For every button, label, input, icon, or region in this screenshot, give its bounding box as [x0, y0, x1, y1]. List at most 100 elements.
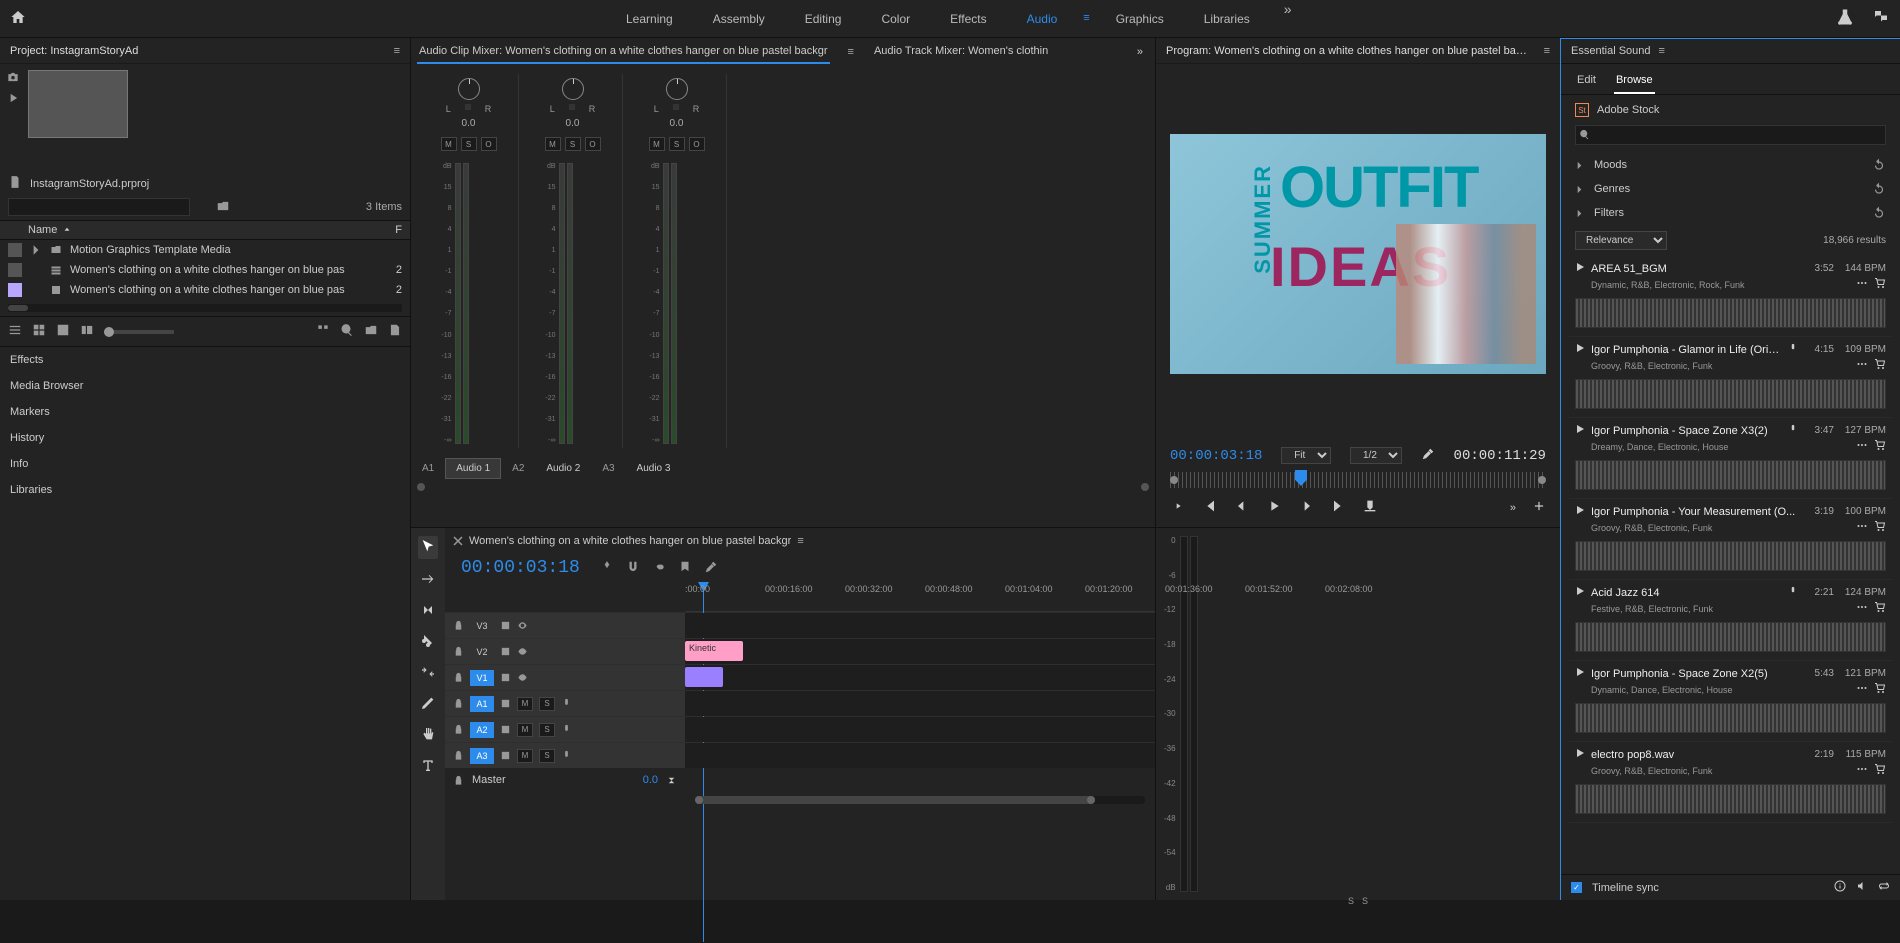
solo-button[interactable]: S [539, 697, 555, 711]
scrub-playhead[interactable] [1295, 470, 1307, 486]
program-viewport[interactable]: SUMMER OUTFIT IDEAS [1170, 134, 1546, 374]
marker-icon[interactable] [678, 560, 692, 577]
type-tool-icon[interactable] [420, 757, 436, 776]
camera-icon[interactable] [6, 70, 20, 87]
lock-icon[interactable] [453, 750, 464, 761]
track-label[interactable]: A1 [470, 696, 494, 712]
workspace-tab-graphics[interactable]: Graphics [1096, 1, 1184, 37]
track-label[interactable]: A2 [470, 722, 494, 738]
stock-track-item[interactable]: Acid Jazz 614 2:21 124 BPM Festive, R&B,… [1569, 580, 1892, 661]
solo-button[interactable]: S [669, 137, 685, 151]
more-icon[interactable] [1856, 601, 1868, 616]
snap-icon[interactable] [600, 560, 614, 577]
collapse-icon[interactable] [666, 775, 677, 786]
pan-value[interactable]: 0.0 [566, 118, 580, 129]
play-preview-icon[interactable] [1575, 343, 1585, 356]
slip-tool-icon[interactable] [420, 664, 436, 683]
cart-icon[interactable] [1874, 520, 1886, 535]
mute-button[interactable]: M [517, 697, 533, 711]
loop-icon[interactable] [1878, 880, 1890, 895]
thumbnailsize-icon[interactable] [80, 323, 94, 340]
linked-selection-icon[interactable] [652, 560, 666, 577]
zoom-select[interactable]: Fit [1281, 447, 1331, 464]
pan-value[interactable]: 0.0 [670, 118, 684, 129]
mic-icon[interactable] [561, 698, 572, 709]
mute-button[interactable]: M [441, 137, 457, 151]
automate-icon[interactable] [316, 323, 330, 340]
close-tab-icon[interactable] [453, 536, 463, 546]
track-lane[interactable] [685, 717, 1155, 742]
workspace-tab-learning[interactable]: Learning [606, 1, 693, 37]
mark-in-icon[interactable] [1170, 498, 1186, 517]
program-scrub-bar[interactable] [1170, 472, 1546, 488]
list-item[interactable]: Women's clothing on a white clothes hang… [0, 260, 410, 280]
more-icon[interactable] [1856, 277, 1868, 292]
mic-icon[interactable] [561, 750, 572, 761]
project-search[interactable] [8, 198, 208, 216]
icon-view-icon[interactable] [32, 323, 46, 340]
panel-media-browser[interactable]: Media Browser [0, 373, 410, 399]
master-value[interactable]: 0.0 [643, 774, 658, 786]
panel-markers[interactable]: Markers [0, 399, 410, 425]
track-id[interactable]: A3 [591, 458, 625, 479]
list-view-icon[interactable] [8, 323, 22, 340]
clip-mixer-menu-icon[interactable]: ≡ [848, 46, 854, 58]
step-forward-icon[interactable] [1298, 498, 1314, 517]
filter-row[interactable]: Moods [1575, 153, 1886, 177]
list-item[interactable]: Women's clothing on a white clothes hang… [0, 280, 410, 300]
workspace-tab-assembly[interactable]: Assembly [693, 1, 785, 37]
ripple-tool-icon[interactable] [420, 602, 436, 621]
play-preview-icon[interactable] [1575, 667, 1585, 680]
settings-icon[interactable] [704, 560, 718, 577]
sequence-tab[interactable]: Women's clothing on a white clothes hang… [469, 535, 791, 547]
track-lane[interactable] [685, 691, 1155, 716]
track-header[interactable]: V2 [445, 639, 685, 664]
chat-icon[interactable] [1872, 8, 1890, 29]
speaker-icon[interactable] [1856, 880, 1868, 895]
lock-icon[interactable] [453, 672, 464, 683]
workspace-tab-color[interactable]: Color [861, 1, 930, 37]
track-header[interactable]: V1 [445, 665, 685, 690]
track-mixer-tab[interactable]: Audio Track Mixer: Women's clothin [872, 40, 1050, 64]
eye-icon[interactable] [517, 646, 528, 657]
sort-icon[interactable] [184, 323, 198, 340]
go-to-in-icon[interactable] [1202, 498, 1218, 517]
filter-row[interactable]: Genres [1575, 177, 1886, 201]
waveform-preview[interactable] [1575, 622, 1886, 652]
more-icon[interactable] [1856, 763, 1868, 778]
magnet-icon[interactable] [626, 560, 640, 577]
more-icon[interactable] [1856, 439, 1868, 454]
pan-knob[interactable] [458, 78, 480, 100]
play-preview-icon[interactable] [1575, 505, 1585, 518]
play-icon[interactable] [6, 91, 20, 108]
fx-button[interactable]: O [689, 137, 705, 151]
panel-menu-icon[interactable]: ≡ [390, 45, 404, 57]
timeline-h-scroll[interactable] [445, 792, 1155, 810]
program-timecode[interactable]: 00:00:03:18 [1170, 448, 1262, 464]
track-header[interactable]: A1 M S [445, 691, 685, 716]
panel-history[interactable]: History [0, 425, 410, 451]
cart-icon[interactable] [1874, 358, 1886, 373]
home-icon[interactable] [10, 9, 26, 28]
pen-tool-icon[interactable] [420, 695, 436, 714]
mute-button[interactable]: M [517, 723, 533, 737]
lock-icon[interactable] [453, 646, 464, 657]
freeform-view-icon[interactable] [56, 323, 70, 340]
solo-l[interactable]: S [1348, 896, 1354, 906]
clip-mixer-tab[interactable]: Audio Clip Mixer: Women's clothing on a … [417, 40, 830, 64]
source-thumbnail[interactable] [28, 70, 128, 138]
play-preview-icon[interactable] [1575, 748, 1585, 761]
waveform-preview[interactable] [1575, 298, 1886, 328]
panel-menu-icon[interactable]: ≡ [1540, 45, 1554, 57]
track-lane[interactable]: Kinetic [685, 639, 1155, 664]
stock-track-item[interactable]: Igor Pumphonia - Space Zone X3(2) 3:47 1… [1569, 418, 1892, 499]
workspace-tab-editing[interactable]: Editing [785, 1, 862, 37]
timeline-ruler[interactable]: :00:0000:00:16:0000:00:32:0000:00:48:000… [685, 582, 1155, 612]
reset-icon[interactable] [1872, 158, 1886, 172]
clip-kinetic[interactable]: Kinetic [685, 641, 743, 661]
waveform-preview[interactable] [1575, 703, 1886, 733]
pan-knob[interactable] [562, 78, 584, 100]
track-lane[interactable] [685, 665, 1155, 690]
ess-tab-edit[interactable]: Edit [1575, 70, 1598, 94]
eye-icon[interactable] [517, 620, 528, 631]
